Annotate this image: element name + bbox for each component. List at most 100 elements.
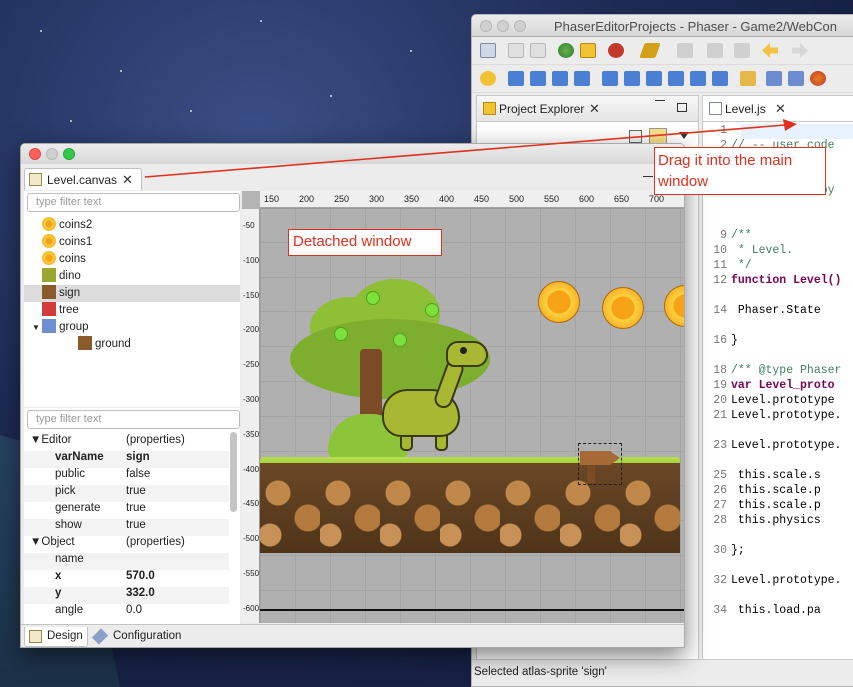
align-center-icon[interactable] — [624, 71, 640, 86]
code-line[interactable]: 26 this.scale.p — [703, 484, 821, 499]
property-row-generate[interactable]: generate true — [24, 502, 229, 519]
code-line[interactable]: 32 Level.prototype. — [703, 574, 841, 589]
outline-filter-input[interactable]: type filter text — [27, 193, 240, 212]
code-line[interactable]: 11 */ — [703, 259, 752, 274]
property-value[interactable]: 0.0 — [126, 604, 142, 616]
distribute-v-icon[interactable] — [690, 71, 706, 86]
minimize-icon[interactable] — [643, 176, 653, 178]
close-icon[interactable]: ✕ — [589, 101, 600, 117]
property-row-pick[interactable]: pick true — [24, 485, 229, 502]
minimize-button[interactable] — [46, 148, 58, 160]
outline-item-tree[interactable]: tree — [24, 302, 240, 319]
layout-icon[interactable] — [788, 71, 804, 86]
canvas-editor-tab[interactable]: Level.canvas ✕ — [24, 168, 142, 190]
coin-sprite[interactable] — [664, 285, 684, 327]
history-icon[interactable] — [707, 43, 723, 58]
code-line[interactable]: 20 Level.prototype — [703, 394, 834, 409]
design-tab[interactable]: Design — [24, 627, 88, 647]
close-button[interactable] — [480, 20, 492, 32]
outline-icon[interactable] — [766, 71, 782, 86]
view-menu-icon[interactable] — [679, 132, 689, 139]
code-line[interactable]: 16} — [703, 334, 738, 349]
code-line[interactable]: 21 Level.prototype. — [703, 409, 841, 424]
align-right-icon[interactable] — [646, 71, 662, 86]
property-value[interactable]: true — [126, 519, 146, 531]
back-arrow-icon[interactable] — [762, 43, 778, 58]
configuration-tab[interactable]: Configuration — [91, 627, 191, 647]
scene-area[interactable] — [260, 207, 684, 623]
tools-icon[interactable] — [639, 43, 661, 58]
code-line[interactable]: 18 /** @type Phaser — [703, 364, 841, 379]
edit-icon[interactable] — [740, 71, 756, 86]
code-line[interactable]: 34 this.load.pa — [703, 604, 821, 619]
property-value[interactable]: 332.0 — [126, 587, 155, 599]
palette-icon[interactable] — [810, 71, 826, 86]
save-icon[interactable] — [508, 43, 524, 58]
outline-item-dino[interactable]: dino — [24, 268, 240, 285]
code-line[interactable]: 9 /** — [703, 229, 752, 244]
property-value[interactable]: false — [126, 468, 150, 480]
minimize-button[interactable] — [497, 20, 509, 32]
back-nav-icon[interactable] — [734, 43, 750, 58]
code-line[interactable]: 23 Level.prototype. — [703, 439, 841, 454]
code-line[interactable]: 1 — [703, 124, 731, 139]
property-row-varName[interactable]: varName sign — [24, 451, 229, 468]
export-icon[interactable] — [580, 43, 596, 58]
code-line[interactable]: 30}; — [703, 544, 745, 559]
new-icon[interactable] — [480, 43, 496, 58]
close-icon[interactable]: ✕ — [122, 172, 133, 188]
code-line[interactable]: 27 this.scale.p — [703, 499, 821, 514]
outline-item-coins1[interactable]: coins1 — [24, 234, 240, 251]
zoom-button[interactable] — [63, 148, 75, 160]
align-icon[interactable] — [508, 71, 524, 86]
globe-icon[interactable] — [558, 43, 574, 58]
properties-filter-input[interactable]: type filter text — [27, 410, 240, 429]
code-line[interactable]: 14 Phaser.State — [703, 304, 821, 319]
property-row-y[interactable]: y 332.0 — [24, 587, 229, 604]
property-value[interactable]: true — [126, 485, 146, 497]
coin-sprite[interactable] — [602, 287, 644, 329]
run-icon[interactable] — [608, 43, 624, 58]
outline-item-sign[interactable]: sign — [24, 285, 240, 302]
sign-selection-box[interactable] — [578, 443, 622, 485]
close-button[interactable] — [29, 148, 41, 160]
coin-sprite[interactable] — [538, 281, 580, 323]
code-line[interactable]: 10 * Level. — [703, 244, 793, 259]
minimize-icon[interactable] — [655, 100, 665, 102]
save-all-icon[interactable] — [530, 43, 546, 58]
project-explorer-tab[interactable]: Project Explorer ✕ — [477, 96, 698, 122]
search-icon[interactable] — [480, 71, 496, 86]
outline-item-coins2[interactable]: coins2 — [24, 217, 240, 234]
nav-icon[interactable] — [677, 43, 693, 58]
outline-item-coins[interactable]: coins — [24, 251, 240, 268]
outline-item-group[interactable]: ▼ group — [24, 319, 240, 336]
property-value[interactable]: (properties) — [126, 536, 185, 548]
property-value[interactable]: 570.0 — [126, 570, 155, 582]
outline-item-ground[interactable]: ground — [60, 336, 240, 353]
link-editor-icon[interactable] — [649, 128, 667, 144]
distribute-icon[interactable] — [668, 71, 684, 86]
zoom-button[interactable] — [514, 20, 526, 32]
editor-tab[interactable]: Level.js ✕ — [703, 96, 853, 122]
property-row-show[interactable]: show true — [24, 519, 229, 536]
property-value[interactable]: (properties) — [126, 434, 185, 446]
property-row-Object[interactable]: ▼Object (properties) — [24, 536, 229, 553]
forward-arrow-icon[interactable] — [792, 43, 808, 58]
distribute-h-icon[interactable] — [712, 71, 728, 86]
align-bottom-icon[interactable] — [574, 71, 590, 86]
code-line[interactable]: 12 function Level() — [703, 274, 841, 289]
properties-scrollbar[interactable] — [230, 432, 237, 512]
code-line[interactable]: 28 this.physics — [703, 514, 821, 529]
property-row-Editor[interactable]: ▼Editor (properties) — [24, 434, 229, 451]
align-left-icon[interactable] — [602, 71, 618, 86]
code-line[interactable]: 25 this.scale.s — [703, 469, 821, 484]
maximize-icon[interactable] — [677, 103, 687, 112]
collapse-all-icon[interactable] — [629, 130, 642, 143]
property-row-name[interactable]: name — [24, 553, 229, 570]
expand-arrow-icon[interactable]: ▼ — [32, 323, 42, 332]
align-top-icon[interactable] — [530, 71, 546, 86]
property-value[interactable]: sign — [126, 451, 150, 463]
property-value[interactable]: true — [126, 502, 146, 514]
close-icon[interactable]: ✕ — [775, 101, 786, 117]
property-row-angle[interactable]: angle 0.0 — [24, 604, 229, 621]
